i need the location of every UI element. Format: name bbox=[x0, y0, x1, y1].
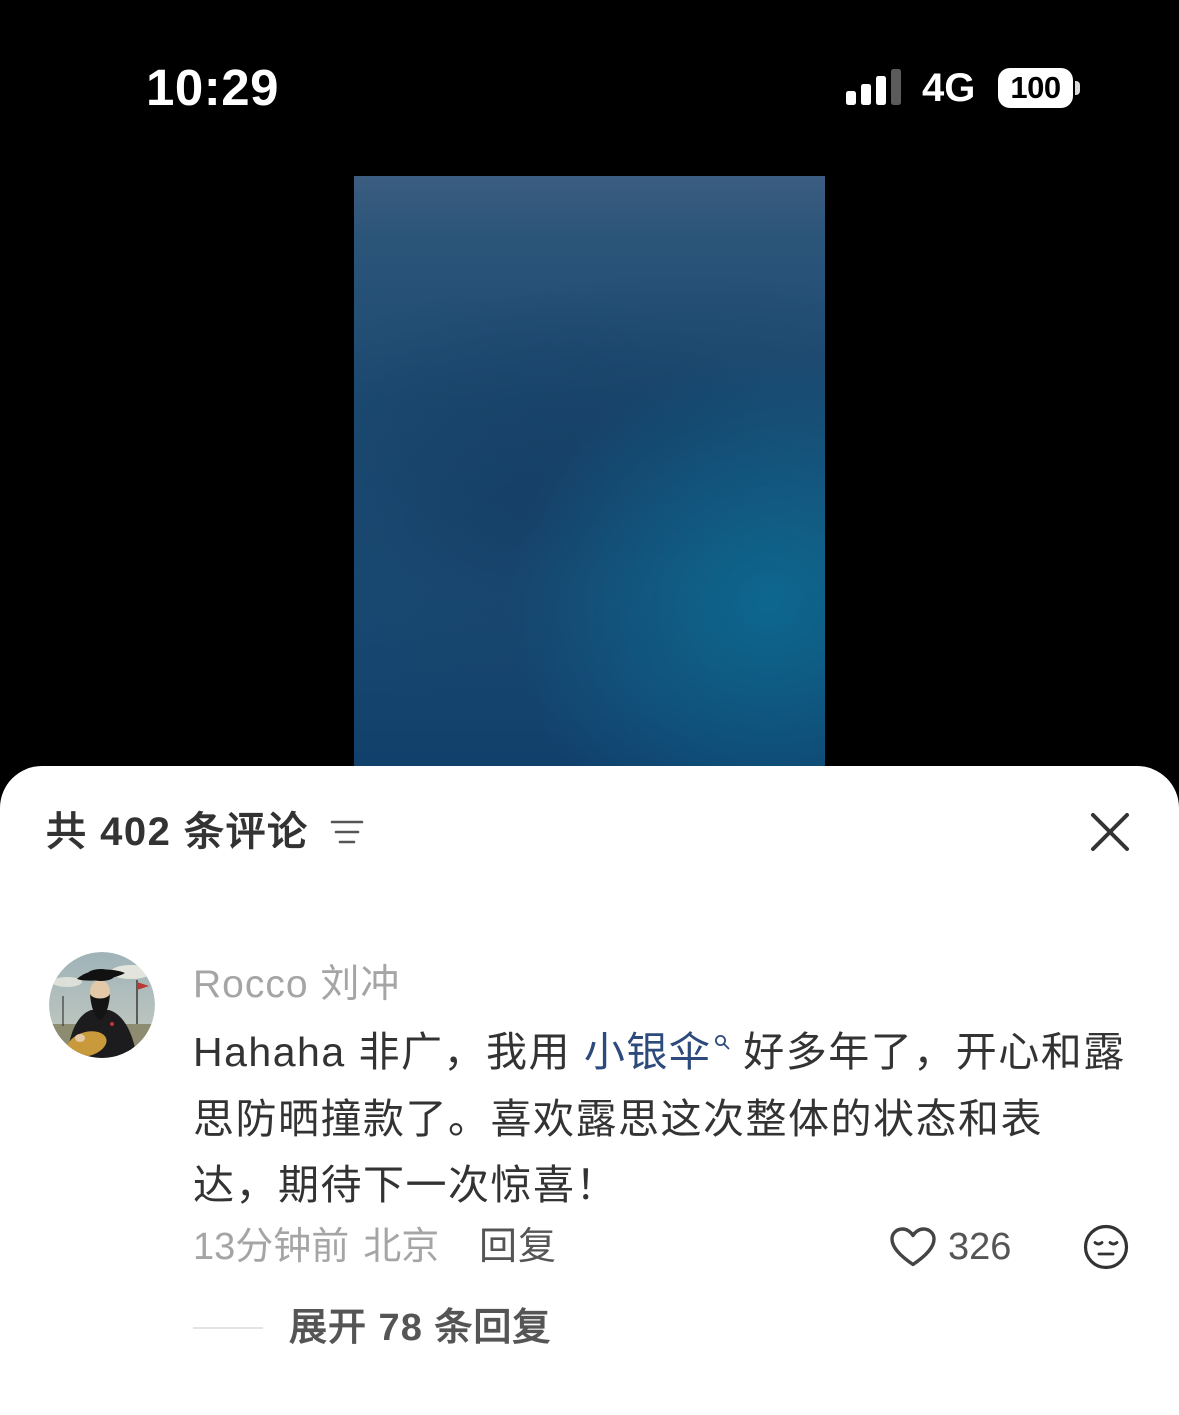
battery-icon: 100 bbox=[998, 68, 1082, 108]
comment-text: 好多年了，开心和露 bbox=[730, 1029, 1126, 1075]
comment-line: 达，期待下一次惊喜！ bbox=[193, 1152, 1153, 1219]
comment-meta: 13分钟前 北京 bbox=[193, 1222, 439, 1272]
battery-tip bbox=[1075, 81, 1080, 95]
commenter-avatar[interactable] bbox=[49, 952, 155, 1058]
search-keyword-text: 小银伞 bbox=[583, 1029, 712, 1075]
status-bar: 10:29 4G 100 bbox=[0, 0, 1179, 150]
sort-filter-button[interactable] bbox=[330, 819, 364, 845]
meh-face-icon bbox=[1083, 1224, 1129, 1270]
close-icon bbox=[1091, 813, 1129, 851]
reply-button[interactable]: 回复 bbox=[479, 1222, 557, 1272]
battery-level: 100 bbox=[1010, 70, 1061, 105]
search-keyword-link[interactable]: 小银伞 bbox=[584, 1029, 731, 1075]
network-type: 4G bbox=[922, 66, 976, 110]
search-icon bbox=[714, 1003, 730, 1050]
comment-line: Hahaha 非广，我用 小银伞 好多年了，开心和露 bbox=[193, 1019, 1153, 1086]
like-count: 326 bbox=[948, 1226, 1012, 1268]
comment-timestamp: 13分钟前 bbox=[193, 1226, 350, 1268]
comment-author-name[interactable]: Rocco 刘冲 bbox=[193, 960, 400, 1010]
comment-text: 达，期待下一次惊喜！ bbox=[193, 1162, 618, 1208]
comment-text: Hahaha 非广，我用 bbox=[193, 1029, 584, 1075]
comment-line: 思防晒撞款了。喜欢露思这次整体的状态和表 bbox=[193, 1086, 1153, 1153]
comments-sheet: 共 402 条评论 Rocco 刘冲 Hahaha 非广，我用 小银伞 好多年了… bbox=[0, 766, 1179, 1415]
replies-divider-line bbox=[193, 1327, 263, 1329]
like-button[interactable]: 326 bbox=[889, 1222, 1011, 1272]
cellular-signal-icon bbox=[846, 69, 904, 105]
avatar-portrait-image bbox=[49, 952, 155, 1058]
expand-replies-button[interactable]: 展开 78 条回复 bbox=[289, 1303, 551, 1353]
post-media-image[interactable] bbox=[354, 176, 825, 806]
comment-location: 北京 bbox=[363, 1226, 440, 1268]
comments-count-title: 共 402 条评论 bbox=[46, 810, 309, 854]
comment-body: Hahaha 非广，我用 小银伞 好多年了，开心和露 思防晒撞款了。喜欢露思这次… bbox=[193, 1019, 1153, 1219]
battery-body: 100 bbox=[998, 68, 1073, 108]
filter-icon bbox=[330, 820, 364, 844]
comment-text: 思防晒撞款了。喜欢露思这次整体的状态和表 bbox=[193, 1095, 1043, 1142]
close-button[interactable] bbox=[1090, 812, 1130, 852]
status-time: 10:29 bbox=[146, 59, 279, 116]
dislike-button[interactable] bbox=[1083, 1224, 1129, 1270]
heart-icon bbox=[890, 1227, 936, 1267]
